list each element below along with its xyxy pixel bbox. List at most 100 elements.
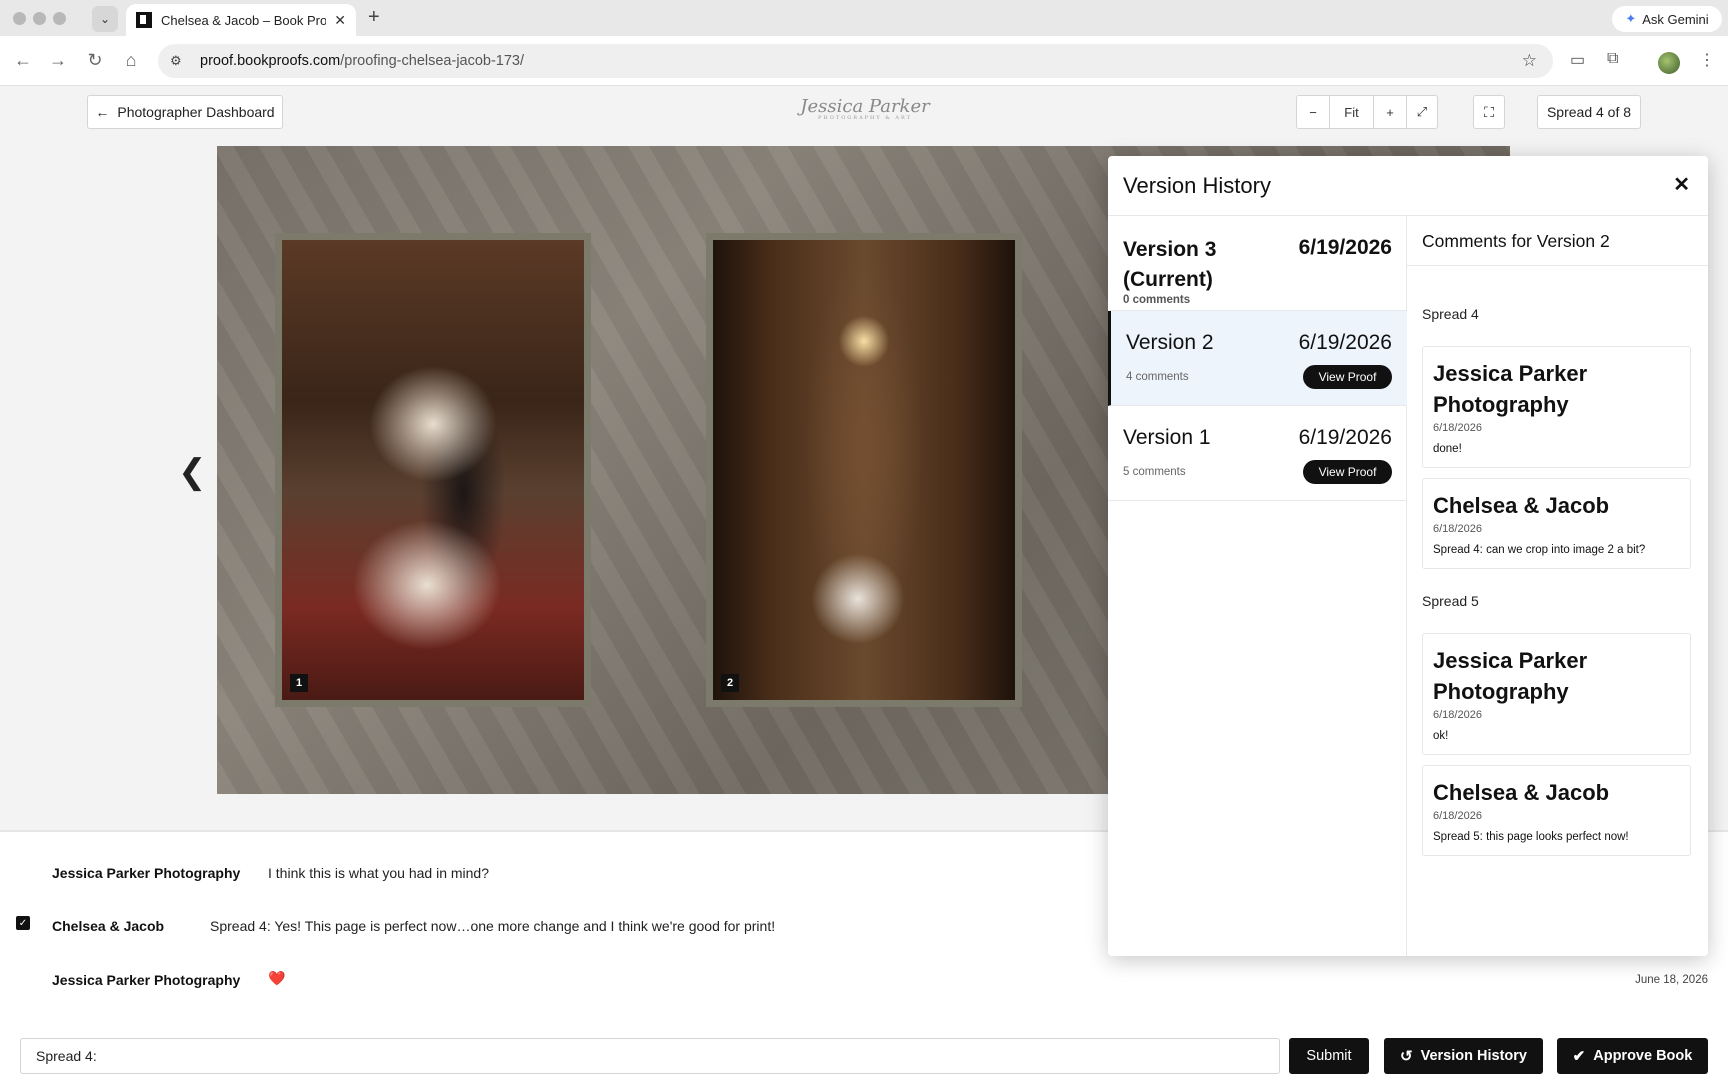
version-history-label: Version History (1420, 1048, 1527, 1064)
card-author: Chelsea & Jacob (1433, 780, 1610, 805)
version-list: Version 3 (Current) 6/19/2026 0 comments… (1108, 216, 1407, 956)
spread-photo-2[interactable]: 2 (706, 233, 1022, 707)
close-window-button[interactable] (13, 12, 26, 25)
bookmark-star-icon[interactable]: ☆ (1522, 51, 1537, 71)
panel-header: Version History ✕ (1108, 156, 1708, 216)
submit-button[interactable]: Submit (1289, 1038, 1369, 1074)
version-date: 6/19/2026 (1298, 331, 1392, 354)
url-host: proof.bookproofs.com (200, 53, 341, 69)
comments-pane-title: Comments for Version 2 (1422, 231, 1610, 251)
arrow-left-icon: ← (95, 104, 110, 120)
comment-text: Spread 4: Yes! This page is perfect now…… (210, 918, 776, 934)
card-text: done! (1433, 443, 1462, 455)
photo-number-badge: 2 (721, 674, 739, 692)
cast-icon[interactable]: ▭ (1570, 50, 1585, 70)
version-comments-pane: Comments for Version 2 Spread 4 Jessica … (1407, 216, 1708, 956)
browser-tab[interactable]: Chelsea & Jacob – Book Proo ✕ (126, 4, 356, 36)
fullscreen-button[interactable]: ⛶ (1473, 95, 1505, 129)
version-history-panel: Version History ✕ Version 3 (Current) 6/… (1108, 156, 1708, 956)
browser-toolbar: ← → ↻ ⌂ ⚙ proof.bookproofs.com/proofing-… (0, 36, 1728, 86)
view-proof-button[interactable]: View Proof (1303, 365, 1392, 389)
tab-title: Chelsea & Jacob – Book Proo (161, 12, 327, 28)
card-author: Chelsea & Jacob (1433, 493, 1610, 518)
comment-resolved-checkbox[interactable]: ✓ (16, 916, 30, 930)
zoom-fit-button[interactable]: Fit (1330, 96, 1374, 128)
version-name: Version 2 (1126, 331, 1214, 354)
version-comment-count: 5 comments (1123, 466, 1186, 478)
forward-arrow-icon[interactable]: → (47, 50, 69, 71)
version-item-2[interactable]: Version 2 6/19/2026 4 comments View Proo… (1108, 311, 1407, 406)
browser-menu-icon[interactable]: ⋮ (1699, 50, 1715, 70)
ask-gemini-label: Ask Gemini (1642, 11, 1709, 27)
spread-group-label: Spread 5 (1422, 593, 1479, 609)
minimize-window-button[interactable] (33, 12, 46, 25)
comment-input[interactable]: Spread 4: (20, 1038, 1280, 1074)
url-path: /proofing-chelsea-jacob-173/ (340, 53, 525, 69)
close-icon[interactable]: ✕ (1673, 172, 1690, 197)
card-text: ok! (1433, 730, 1449, 742)
photo-image (713, 240, 1015, 700)
tab-close-icon[interactable]: ✕ (334, 12, 346, 29)
gemini-sparkle-icon: ✦ (1625, 11, 1637, 26)
logo-script-text: Jessica Parker (800, 96, 930, 117)
home-icon[interactable]: ⌂ (120, 50, 142, 71)
spread-photo-1[interactable]: 1 (275, 233, 591, 707)
card-author: Jessica Parker Photography (1433, 648, 1588, 704)
zoom-in-button[interactable]: + (1374, 96, 1407, 128)
logo-subtitle: PHOTOGRAPHY & ART (818, 115, 912, 121)
view-proof-button[interactable]: View Proof (1303, 460, 1392, 484)
comment-author: Chelsea & Jacob (52, 918, 165, 934)
version-comment-card: Jessica Parker Photography 6/18/2026 don… (1422, 346, 1691, 468)
approve-book-button[interactable]: ✔ Approve Book (1557, 1038, 1708, 1074)
previous-spread-arrow-icon[interactable]: ❮ (178, 452, 207, 492)
spread-indicator: Spread 4 of 8 (1537, 95, 1641, 129)
extensions-icon[interactable]: ⧉ (1607, 50, 1618, 68)
reload-icon[interactable]: ↻ (84, 50, 106, 71)
version-item-1[interactable]: Version 1 6/19/2026 5 comments View Proo… (1108, 406, 1407, 501)
version-item-3[interactable]: Version 3 (Current) 6/19/2026 0 comments (1108, 216, 1407, 311)
zoom-reset-button[interactable]: ⤢ (1407, 96, 1437, 128)
version-comment-count: 4 comments (1126, 371, 1189, 383)
comment-date: June 18, 2026 (1635, 974, 1708, 986)
history-clock-icon: ↺ (1400, 1048, 1413, 1065)
version-comment-card: Chelsea & Jacob 6/18/2026 Spread 5: this… (1422, 765, 1691, 856)
comment-heart: ❤️ (268, 970, 286, 986)
photo-image (282, 240, 584, 700)
version-comment-card: Chelsea & Jacob 6/18/2026 Spread 4: can … (1422, 478, 1691, 569)
favicon-icon (136, 12, 152, 28)
ask-gemini-button[interactable]: ✦ Ask Gemini (1612, 6, 1722, 32)
dashboard-button-label: Photographer Dashboard (117, 104, 275, 120)
comment-author: Jessica Parker Photography (52, 972, 241, 988)
card-date: 6/18/2026 (1433, 422, 1482, 434)
site-settings-icon[interactable]: ⚙ (170, 53, 188, 69)
address-bar[interactable]: ⚙ proof.bookproofs.com/proofing-chelsea-… (158, 44, 1553, 78)
panel-title: Version History (1123, 173, 1271, 198)
card-text: Spread 5: this page looks perfect now! (1433, 831, 1629, 843)
comment-author: Jessica Parker Photography (52, 865, 241, 881)
version-name: Version 3 (Current) (1123, 238, 1217, 291)
photo-number-badge: 1 (290, 674, 308, 692)
card-date: 6/18/2026 (1433, 810, 1482, 822)
jessica-parker-logo: Jessica Parker PHOTOGRAPHY & ART (800, 96, 930, 130)
new-tab-button[interactable]: + (368, 6, 380, 29)
version-comment-count: 0 comments (1123, 294, 1191, 306)
maximize-window-button[interactable] (53, 12, 66, 25)
browser-tab-bar: ⌄ Chelsea & Jacob – Book Proo ✕ + ✦ Ask … (0, 0, 1728, 36)
photographer-dashboard-button[interactable]: ← Photographer Dashboard (87, 95, 283, 129)
version-history-button[interactable]: ↺ Version History (1384, 1038, 1543, 1074)
card-date: 6/18/2026 (1433, 709, 1482, 721)
back-arrow-icon[interactable]: ← (12, 50, 34, 71)
card-date: 6/18/2026 (1433, 523, 1482, 535)
check-circle-icon: ✔ (1572, 1048, 1586, 1065)
zoom-out-button[interactable]: − (1297, 96, 1330, 128)
version-date: 6/19/2026 (1298, 236, 1392, 259)
tab-search-chevron-icon[interactable]: ⌄ (92, 6, 118, 32)
card-text: Spread 4: can we crop into image 2 a bit… (1433, 544, 1646, 556)
comments-pane-header: Comments for Version 2 (1407, 216, 1708, 266)
zoom-controls: − Fit + ⤢ (1296, 95, 1438, 129)
version-date: 6/19/2026 (1298, 426, 1392, 449)
card-author: Jessica Parker Photography (1433, 361, 1588, 417)
profile-avatar[interactable] (1658, 52, 1680, 74)
approve-book-label: Approve Book (1593, 1048, 1693, 1064)
version-comment-card: Jessica Parker Photography 6/18/2026 ok! (1422, 633, 1691, 755)
